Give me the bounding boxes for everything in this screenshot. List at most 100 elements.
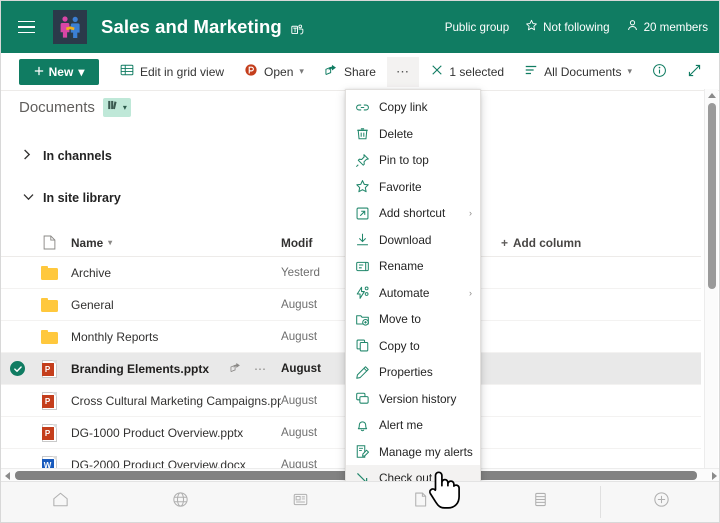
new-button[interactable]: New ▾ [19, 59, 99, 85]
share-icon [324, 63, 338, 80]
vertical-scrollbar-thumb[interactable] [708, 103, 716, 289]
site-header: Sales and Marketing Public group Not fol… [1, 1, 720, 53]
star-icon [355, 179, 370, 194]
menu-item-copy-link[interactable]: Copy link [346, 94, 480, 121]
people-icon [626, 19, 639, 35]
edit-in-grid-view-button[interactable]: Edit in grid view [111, 57, 233, 87]
command-bar: New ▾ Edit in grid view [1, 53, 720, 91]
section-label: In site library [43, 191, 121, 205]
chevron-down-icon: ▾ [108, 238, 112, 247]
site-logo [53, 10, 87, 44]
download-icon [355, 232, 370, 247]
follow-label: Not following [543, 21, 609, 34]
info-icon [652, 63, 667, 81]
menu-item-version-history[interactable]: Version history [346, 386, 480, 413]
modified-value: August [281, 362, 321, 375]
menu-item-properties[interactable]: Properties [346, 359, 480, 386]
menu-item-rename[interactable]: Rename [346, 253, 480, 280]
list-icon [531, 490, 550, 514]
file-name[interactable]: Archive [67, 266, 281, 280]
menu-item-label: Manage my alerts [379, 445, 473, 459]
more-commands-button[interactable]: ⋯ [387, 57, 420, 87]
column-header-name[interactable]: Name ▾ [67, 236, 281, 250]
menu-item-label: Version history [379, 392, 456, 406]
menu-item-alert-me[interactable]: Alert me [346, 412, 480, 439]
automate-icon [355, 285, 370, 300]
menu-item-manage-my-alerts[interactable]: Manage my alerts [346, 439, 480, 466]
menu-item-copy-to[interactable]: Copy to [346, 333, 480, 360]
share-button[interactable]: Share [315, 57, 385, 87]
menu-item-add-shortcut[interactable]: Add shortcut › [346, 200, 480, 227]
copy-icon [355, 338, 370, 353]
nav-add-button[interactable] [601, 482, 720, 523]
details-info-button[interactable] [643, 57, 676, 87]
nav-list-button[interactable] [480, 482, 600, 523]
shortcut-icon [355, 206, 370, 221]
view-selector-button[interactable]: All Documents ▾ [515, 57, 641, 87]
close-icon [431, 64, 443, 79]
menu-item-pin-to-top[interactable]: Pin to top [346, 147, 480, 174]
alerts-icon [355, 444, 370, 459]
file-name-cell[interactable]: Branding Elements.pptx [67, 362, 281, 376]
column-header-file-type[interactable] [31, 235, 67, 250]
file-name[interactable]: Monthly Reports [67, 330, 281, 344]
file-name[interactable]: DG-1000 Product Overview.pptx [67, 426, 281, 440]
menu-item-label: Copy to [379, 339, 420, 353]
command-bar-right-group: 1 selected All Documents ▾ [422, 57, 711, 87]
members-button[interactable]: 20 members [626, 19, 708, 35]
nav-globe-button[interactable] [121, 482, 241, 523]
file-name[interactable]: General [67, 298, 281, 312]
menu-item-label: Pin to top [379, 153, 429, 167]
follow-button[interactable]: Not following [525, 19, 609, 35]
scroll-left-arrow-icon[interactable] [5, 472, 10, 480]
section-label: In channels [43, 149, 112, 163]
menu-item-delete[interactable]: Delete [346, 121, 480, 148]
file-name[interactable]: Branding Elements.pptx [71, 362, 209, 376]
menu-item-download[interactable]: Download [346, 227, 480, 254]
file-name[interactable]: Cross Cultural Marketing Campaigns.pptx [67, 394, 281, 408]
selected-count-label: 1 selected [449, 65, 504, 79]
news-icon [291, 490, 310, 514]
menu-item-label: Alert me [379, 418, 423, 432]
global-nav-hamburger-icon[interactable] [7, 1, 45, 53]
menu-item-automate[interactable]: Automate › [346, 280, 480, 307]
star-icon [525, 19, 538, 35]
add-column-button[interactable]: + Add column [501, 236, 701, 250]
breadcrumb-label[interactable]: Documents [19, 99, 95, 116]
scroll-right-arrow-icon[interactable] [712, 472, 717, 480]
plus-icon: + [501, 236, 508, 250]
bottom-navigation-bar [1, 481, 720, 522]
grid-icon [120, 63, 134, 80]
add-column-label: Add column [513, 236, 581, 250]
folder-icon [31, 330, 67, 344]
share-label: Share [344, 65, 376, 79]
chevron-right-icon: › [469, 208, 472, 218]
nav-page-button[interactable] [360, 482, 480, 523]
sharepoint-document-library-window: Sales and Marketing Public group Not fol… [0, 0, 720, 523]
menu-item-label: Properties [379, 365, 433, 379]
plus-circle-icon [652, 490, 671, 514]
powerpoint-file-icon: P [31, 360, 67, 378]
edit-in-grid-view-label: Edit in grid view [140, 65, 224, 79]
menu-item-move-to[interactable]: Move to [346, 306, 480, 333]
home-icon [51, 490, 70, 514]
row-share-icon[interactable] [229, 361, 242, 377]
privacy-label: Public group [445, 21, 509, 34]
history-icon [355, 391, 370, 406]
open-button[interactable]: Open ▾ [235, 57, 313, 87]
scroll-up-arrow-icon[interactable] [708, 93, 716, 98]
nav-home-button[interactable] [1, 482, 121, 523]
trash-icon [355, 126, 370, 141]
library-picker-button[interactable]: ▾ [103, 98, 131, 117]
page-title: Sales and Marketing [101, 16, 282, 38]
clear-selection-button[interactable]: 1 selected [422, 57, 513, 87]
menu-item-label: Download [379, 233, 431, 247]
expand-button[interactable] [678, 57, 711, 87]
row-more-icon[interactable]: ⋯ [254, 362, 267, 376]
row-checkbox-checked[interactable] [1, 361, 31, 376]
vertical-scrollbar[interactable] [704, 89, 718, 481]
powerpoint-file-icon: P [31, 424, 67, 442]
menu-item-favorite[interactable]: Favorite [346, 174, 480, 201]
nav-news-button[interactable] [241, 482, 361, 523]
plus-icon [34, 65, 44, 79]
